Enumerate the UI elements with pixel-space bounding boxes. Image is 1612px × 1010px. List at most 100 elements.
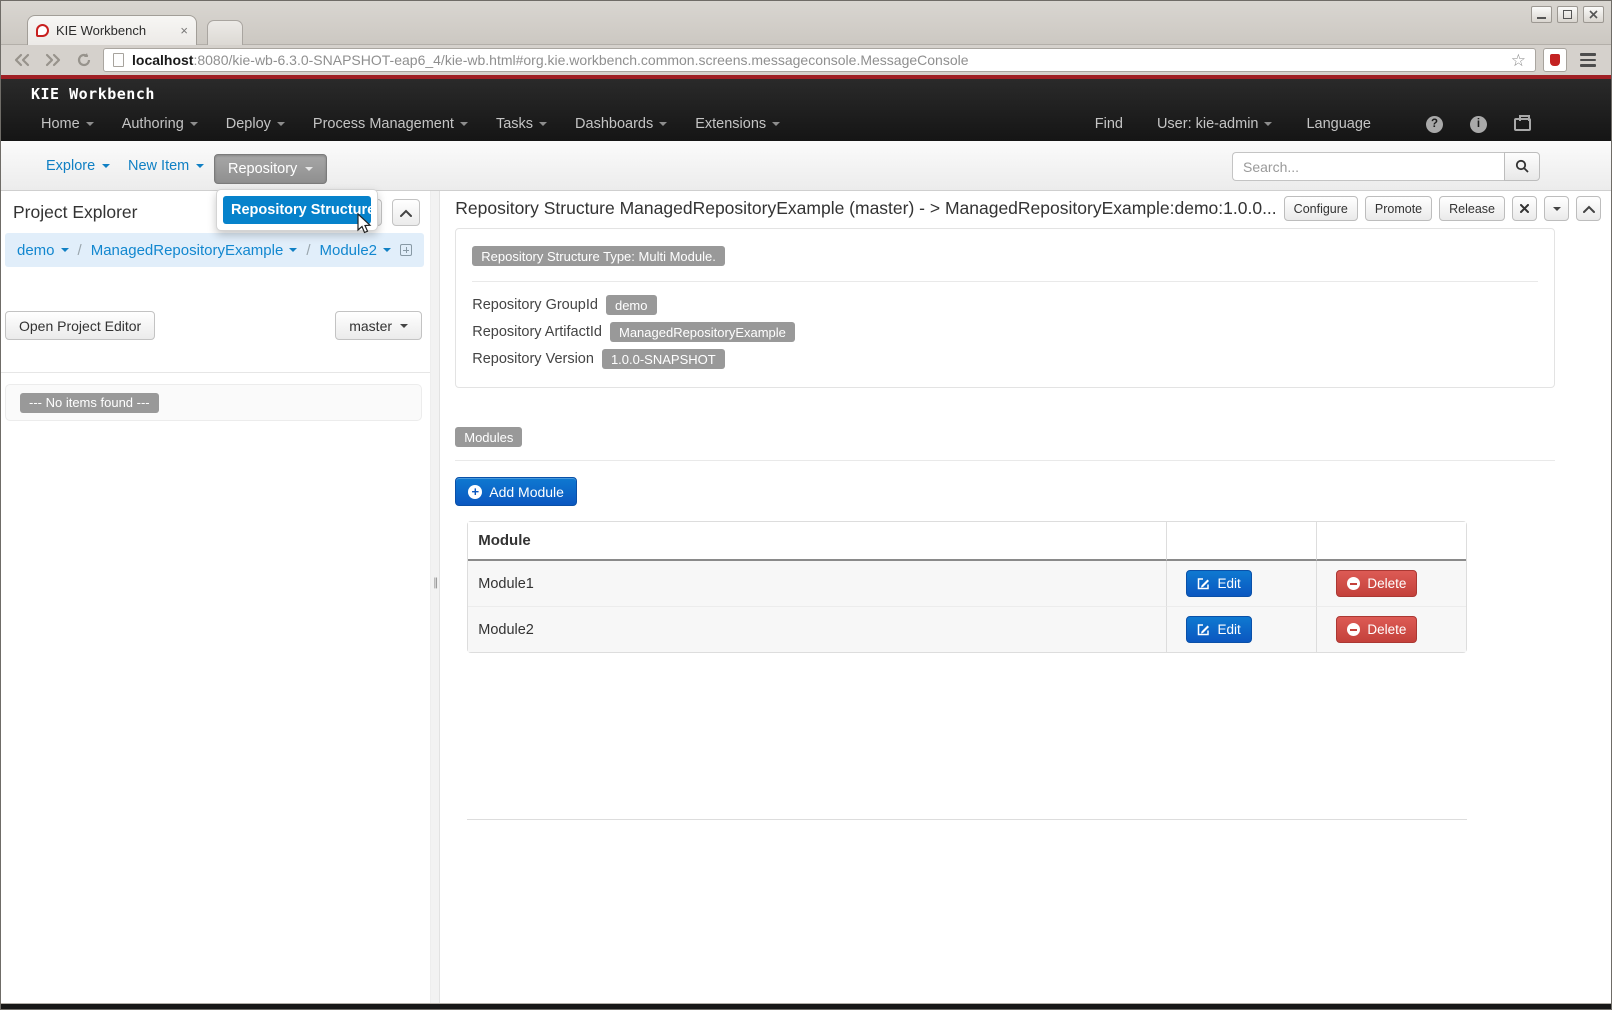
menu-extensions[interactable]: Extensions	[695, 116, 780, 132]
close-button[interactable]	[1583, 6, 1604, 23]
breadcrumb-separator: /	[78, 242, 82, 259]
chevron-down-icon	[383, 248, 391, 252]
close-panel-button[interactable]	[1512, 196, 1537, 221]
breadcrumb: demo / ManagedRepositoryExample / Module…	[5, 233, 424, 267]
delete-button[interactable]: Delete	[1336, 616, 1417, 643]
column-header-delete	[1316, 522, 1466, 561]
collapse-panel-button[interactable]	[1576, 196, 1601, 221]
repository-menu-button[interactable]: Repository	[214, 154, 327, 184]
search-button[interactable]	[1504, 152, 1540, 181]
release-button[interactable]: Release	[1439, 196, 1505, 221]
delete-button[interactable]: Delete	[1336, 570, 1417, 597]
field-value-badge: demo	[606, 295, 657, 315]
divider	[1, 372, 430, 373]
back-icon[interactable]	[10, 49, 34, 71]
new-tab-button[interactable]	[207, 20, 243, 45]
edit-button[interactable]: Edit	[1186, 570, 1251, 597]
menu-home[interactable]: Home	[41, 116, 94, 132]
kie-favicon-icon	[36, 24, 49, 37]
menu-deploy[interactable]: Deploy	[226, 116, 285, 132]
table-row: Module1 Edit Delete	[468, 561, 1466, 607]
url-text: localhost:8080/kie-wb-6.3.0-SNAPSHOT-eap…	[132, 52, 1503, 68]
menu-dashboards[interactable]: Dashboards	[575, 116, 667, 132]
menu-process-management[interactable]: Process Management	[313, 116, 468, 132]
module-name-cell: Module1	[468, 561, 1166, 607]
window-bottom-border	[1, 1003, 1611, 1009]
app-navbar: KIE Workbench Home Authoring Deploy Proc…	[1, 79, 1611, 141]
browser-titlebar: KIE Workbench ×	[1, 1, 1611, 45]
column-header-module: Module	[468, 522, 1166, 561]
delete-cell: Delete	[1316, 561, 1466, 607]
forward-icon[interactable]	[41, 49, 65, 71]
chevron-down-icon	[190, 122, 198, 126]
search-group	[1232, 152, 1540, 181]
info-icon[interactable]: i	[1470, 116, 1487, 133]
expand-plus-icon[interactable]	[400, 244, 412, 256]
chevron-down-icon	[460, 122, 468, 126]
language-menu[interactable]: Language	[1306, 116, 1371, 132]
new-item-menu[interactable]: New Item	[128, 141, 204, 191]
chevron-up-icon	[400, 209, 412, 217]
field-label: Repository ArtifactId	[472, 324, 602, 340]
collapse-panel-button[interactable]	[392, 199, 420, 226]
navbar-right: Find User: kie-admin Language	[1095, 111, 1371, 137]
minimize-button[interactable]	[1531, 6, 1552, 23]
edit-pencil-icon	[1197, 577, 1210, 590]
user-menu[interactable]: User: kie-admin	[1157, 116, 1273, 132]
branch-selector[interactable]: master	[335, 311, 422, 340]
menu-authoring[interactable]: Authoring	[122, 116, 198, 132]
page-icon	[113, 53, 124, 67]
add-module-button[interactable]: + Add Module	[455, 477, 577, 506]
divider	[472, 281, 1538, 282]
url-bar[interactable]: localhost:8080/kie-wb-6.3.0-SNAPSHOT-eap…	[103, 48, 1536, 72]
find-menu[interactable]: Find	[1095, 116, 1123, 132]
content-bottom-border	[467, 819, 1467, 820]
field-label: Repository GroupId	[472, 297, 598, 313]
browser-tab[interactable]: KIE Workbench ×	[27, 15, 197, 45]
breadcrumb-module[interactable]: Module2	[319, 242, 391, 259]
panel-splitter[interactable]: ∥	[430, 191, 440, 1005]
browser-menu-icon[interactable]	[1574, 48, 1602, 72]
open-project-editor-button[interactable]: Open Project Editor	[5, 311, 155, 340]
app-brand: KIE Workbench	[31, 85, 155, 103]
chevron-down-icon	[305, 167, 313, 171]
field-row: Repository GroupId demo	[472, 295, 1538, 315]
menu-item-repository-structure[interactable]: Repository Structure	[223, 196, 371, 224]
search-input[interactable]	[1232, 152, 1504, 181]
help-icon[interactable]: ?	[1426, 116, 1443, 133]
chevron-down-icon	[400, 324, 408, 328]
minus-circle-icon	[1347, 577, 1360, 590]
promote-button[interactable]: Promote	[1365, 196, 1432, 221]
chevron-down-icon	[86, 122, 94, 126]
divider	[455, 460, 1555, 461]
chevron-down-icon	[289, 248, 297, 252]
chevron-down-icon	[61, 248, 69, 252]
explore-menu[interactable]: Explore	[46, 141, 110, 191]
browser-window: KIE Workbench × localhost:	[0, 0, 1612, 1010]
search-icon	[1515, 159, 1530, 174]
tab-title: KIE Workbench	[56, 23, 173, 38]
extension-button[interactable]	[1543, 48, 1567, 72]
edit-button[interactable]: Edit	[1186, 616, 1251, 643]
breadcrumb-separator: /	[306, 242, 310, 259]
project-explorer-panel: Project Explorer demo / ManagedRepositor…	[1, 191, 430, 1005]
panel-menu-button[interactable]	[1544, 196, 1569, 221]
no-items-badge: --- No items found ---	[20, 393, 159, 413]
url-host: localhost	[132, 52, 193, 68]
configure-button[interactable]: Configure	[1284, 196, 1358, 221]
briefcase-icon[interactable]	[1514, 118, 1531, 131]
field-label: Repository Version	[472, 351, 594, 367]
menu-tasks[interactable]: Tasks	[496, 116, 547, 132]
breadcrumb-project[interactable]: ManagedRepositoryExample	[91, 242, 298, 259]
minus-circle-icon	[1347, 623, 1360, 636]
chevron-down-icon	[539, 122, 547, 126]
bookmark-star-icon[interactable]: ☆	[1511, 52, 1526, 69]
modules-section: Modules	[455, 427, 1611, 447]
chevron-down-icon	[659, 122, 667, 126]
panel-title: Repository Structure ManagedRepositoryEx…	[455, 198, 1276, 219]
reload-icon[interactable]	[72, 49, 96, 71]
maximize-button[interactable]	[1557, 6, 1578, 23]
tab-close-icon[interactable]: ×	[180, 23, 188, 38]
window-controls	[1531, 6, 1604, 23]
breadcrumb-repository[interactable]: demo	[17, 242, 69, 259]
